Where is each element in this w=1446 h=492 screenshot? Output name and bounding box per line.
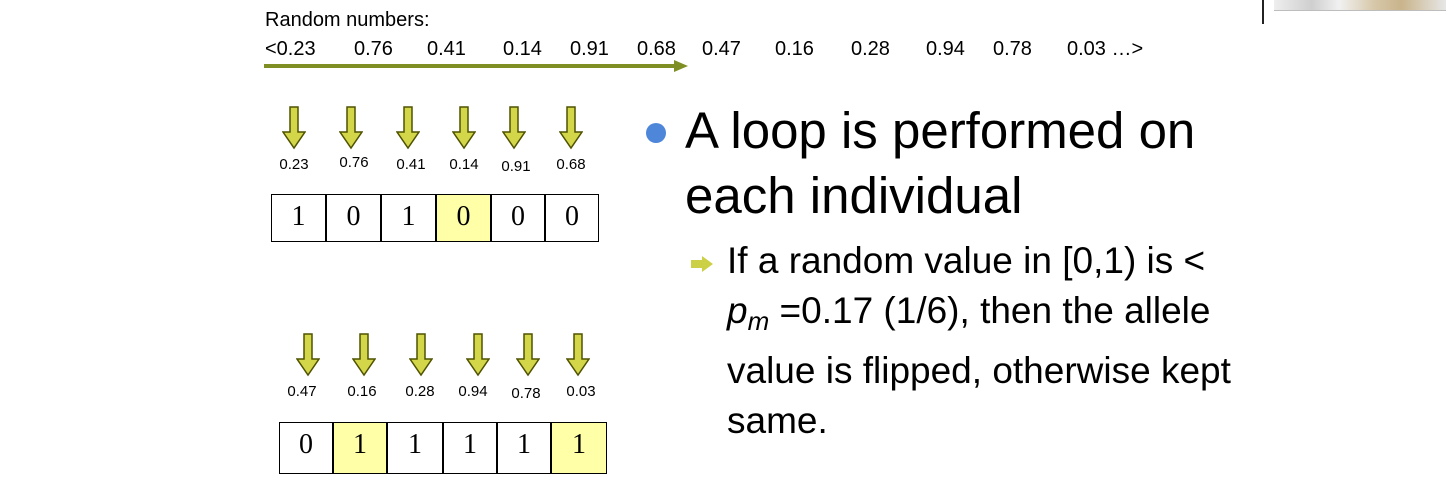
top-right-photo-crop <box>1274 0 1446 11</box>
down-arrow-icon <box>502 106 526 150</box>
sub-bullet-line: same. <box>727 400 828 441</box>
down-arrow-icon <box>559 106 583 150</box>
probability-value: 0.16 <box>347 383 377 400</box>
flipped-gene-cell: 1 <box>551 422 607 474</box>
down-arrow-icon <box>339 106 363 150</box>
down-arrow-icon <box>452 106 476 150</box>
down-arrow-icon <box>352 333 376 377</box>
gene-cell: 1 <box>387 422 443 474</box>
random-number: 0.28 <box>851 38 890 60</box>
down-arrow-icon <box>466 333 490 377</box>
probability-value: 0.91 <box>501 158 531 175</box>
pm-symbol: pm <box>727 290 770 336</box>
bullet-dot-icon <box>646 123 666 143</box>
slide: Random numbers: <0.23 0.76 0.41 0.14 0.9… <box>0 0 1446 492</box>
gene-cell: 1 <box>443 422 497 474</box>
probability-value: 0.14 <box>449 156 479 173</box>
down-arrow-icon <box>516 333 540 377</box>
probability-value: 0.03 <box>566 383 596 400</box>
gene-cell: 0 <box>545 194 599 242</box>
down-arrow-icon <box>409 333 433 377</box>
random-number: 0.78 <box>993 38 1032 60</box>
consumed-numbers-arrow <box>264 60 688 72</box>
sub-bullet-line: value is flipped, otherwise kept <box>727 350 1231 391</box>
probability-value: 0.23 <box>279 156 309 173</box>
gene-cell: 0 <box>326 194 381 242</box>
probability-value: 0.94 <box>458 383 488 400</box>
random-number: 0.47 <box>702 38 741 60</box>
sub-bullet-text: If a random value in [0,1) is < pm =0.17… <box>727 236 1337 446</box>
probability-value: 0.41 <box>396 156 426 173</box>
flipped-gene-cell: 1 <box>333 422 387 474</box>
random-number: 0.16 <box>775 38 814 60</box>
gene-cell: 0 <box>279 422 333 474</box>
random-number: 0.94 <box>926 38 965 60</box>
main-bullet-line: A loop is performed on <box>685 102 1196 159</box>
down-arrow-icon <box>296 333 320 377</box>
top-right-divider-line <box>1262 0 1264 24</box>
top-right-image-fragment <box>1262 0 1446 24</box>
main-bullet-line: each individual <box>685 167 1023 224</box>
gene-cell: 1 <box>271 194 326 242</box>
main-bullet-text: A loop is performed on each individual <box>685 98 1335 228</box>
gene-cell: 0 <box>491 194 545 242</box>
gene-cell: 1 <box>497 422 551 474</box>
random-number: 0.03 …> <box>1067 38 1144 60</box>
down-arrow-icon <box>282 106 306 150</box>
probability-value: 0.76 <box>339 154 369 171</box>
down-arrow-icon <box>566 333 590 377</box>
probability-value: 0.78 <box>511 385 541 402</box>
flipped-gene-cell: 0 <box>436 194 491 242</box>
down-arrow-icon <box>396 106 420 150</box>
sub-bullet-line: If a random value in [0,1) is < <box>727 240 1206 281</box>
probability-value: 0.28 <box>405 383 435 400</box>
gene-cell: 1 <box>381 194 436 242</box>
probability-value: 0.68 <box>556 156 586 173</box>
probability-value: 0.47 <box>287 383 317 400</box>
sub-bullet-arrow-icon <box>691 256 713 272</box>
sub-bullet-line: pm =0.17 (1/6), then the allele <box>727 290 1211 336</box>
random-numbers-title: Random numbers: <box>265 9 430 31</box>
